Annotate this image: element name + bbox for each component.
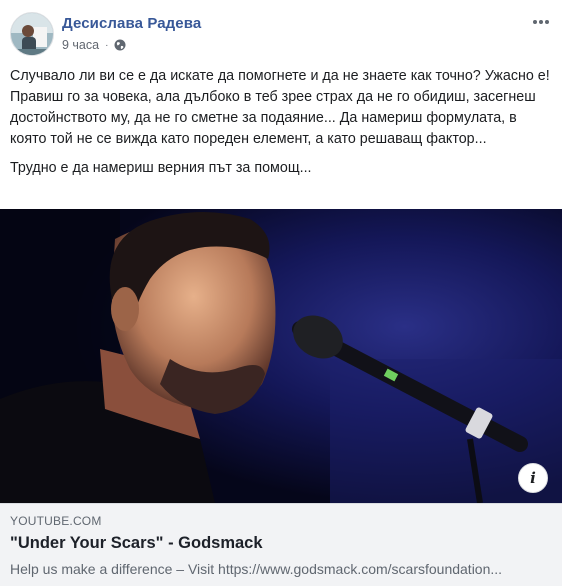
dot-icon xyxy=(545,20,549,24)
link-preview[interactable]: YOUTUBE.COM "Under Your Scars" - Godsmac… xyxy=(0,503,562,586)
author-name[interactable]: Десислава Радева xyxy=(62,15,201,32)
facebook-post: Десислава Радева 9 часа · Случвало ли ви… xyxy=(0,0,564,586)
dot-icon xyxy=(533,20,537,24)
dot-separator: · xyxy=(105,39,109,51)
link-title[interactable]: "Under Your Scars" - Godsmack xyxy=(10,534,263,553)
avatar-image xyxy=(11,13,53,55)
video-thumbnail[interactable]: i xyxy=(0,209,562,503)
post-text: Случвало ли ви се е да искате да помогне… xyxy=(10,66,550,179)
post-header: Десислава Радева 9 часа · xyxy=(10,12,554,58)
post-paragraph: Трудно е да намериш верния път за помощ.… xyxy=(10,160,312,176)
more-options-button[interactable] xyxy=(530,14,552,30)
post-meta: 9 часа · xyxy=(62,38,126,52)
info-button[interactable]: i xyxy=(518,463,548,493)
dot-icon xyxy=(539,20,543,24)
globe-icon[interactable] xyxy=(114,39,126,51)
post-paragraph: Случвало ли ви се е да искате да помогне… xyxy=(10,68,550,147)
author-avatar[interactable] xyxy=(10,12,54,56)
post-timestamp[interactable]: 9 часа xyxy=(62,38,99,52)
link-description: Help us make a difference – Visit https:… xyxy=(10,561,503,577)
video-image xyxy=(0,209,562,503)
link-domain: YOUTUBE.COM xyxy=(10,514,102,528)
